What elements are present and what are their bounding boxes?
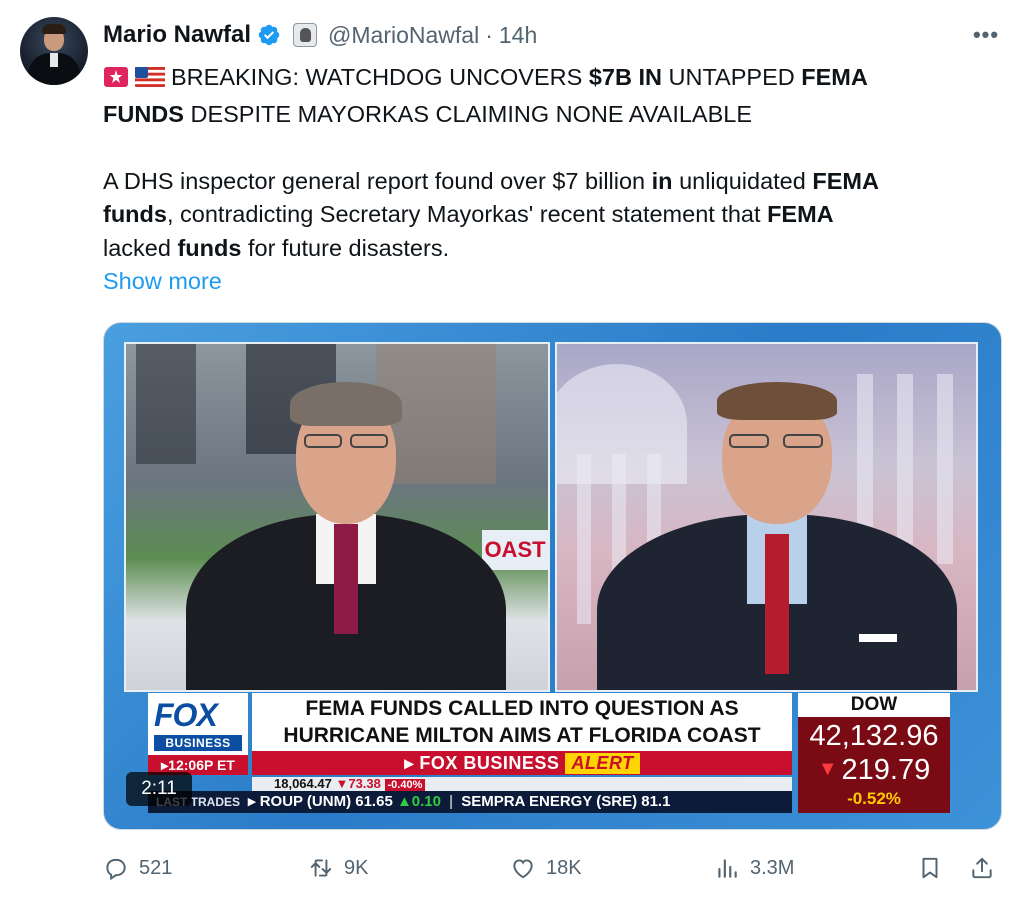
ticker-bottom: LAST TRADES ▸ ROUP (UNM) 61.65 ▲0.10 | SEMP… [148,791,792,813]
avatar[interactable] [20,17,88,85]
share-button[interactable] [969,850,995,886]
separator: · [485,21,493,48]
video-right-panel [555,342,978,692]
show-more-link[interactable]: Show more [103,268,222,295]
news-chyron: FOX BUSINESS ▸12:06P ET FEMA FUNDS CALLE… [148,693,958,813]
tweet-text: BREAKING: WATCHDOG UNCOVERS $7B IN UNTAP… [103,61,1003,265]
text-line-4: funds, contradicting Secretary Mayorkas'… [103,201,834,227]
us-flag-emoji-icon [135,64,165,98]
author-handle[interactable]: @MarioNawfal [328,22,479,49]
action-bar: 521 9K 18K 3.3M [103,850,1003,886]
repost-icon [310,859,332,877]
views-icon [718,859,737,878]
video-player[interactable]: OAST FOX BUSINESS ▸12:06P ET FEMA FUNDS … [103,322,1002,830]
video-duration: 2:11 [126,772,192,806]
repost-count: 9K [344,856,369,879]
siren-emoji-icon [103,64,129,98]
text-line-5: lacked funds for future disasters. [103,234,450,261]
timestamp[interactable]: 14h [499,22,537,49]
fox-business-logo: FOX BUSINESS [148,693,248,755]
video-left-panel: OAST [124,342,550,692]
like-button[interactable]: 18K [510,850,582,886]
reply-count: 521 [139,856,173,879]
text-line-1: BREAKING: WATCHDOG UNCOVERS $7B IN UNTAP… [103,61,1003,98]
chyron-headline: FEMA FUNDS CALLED INTO QUESTION AS HURRI… [252,693,792,751]
ticker-top: 18,064.47 ▼73.38 -0.40% [252,777,792,791]
alert-bar: ▸ FOX BUSINESS ALERT [252,751,792,775]
views-count: 3.3M [750,856,795,879]
text-line-3: A DHS inspector general report found ove… [103,167,879,194]
views-button[interactable]: 3.3M [714,850,794,886]
reply-button[interactable]: 521 [103,850,172,886]
repost-button[interactable]: 9K [308,850,368,886]
more-icon[interactable]: ••• [969,22,1003,48]
like-icon [513,859,533,879]
affiliate-badge-icon[interactable] [293,23,318,47]
pocket-square [859,634,897,642]
author-name[interactable]: Mario Nawfal [103,21,251,49]
reply-icon [106,858,126,881]
down-arrow-icon: ▼ [817,758,838,780]
tweet-header: Mario Nawfal @MarioNawfal · 14h [103,18,537,52]
text-line-2: FUNDS DESPITE MAYORKAS CLAIMING NONE AVA… [103,100,753,127]
bookmark-button[interactable] [917,850,943,886]
bookmark-icon [922,857,938,879]
share-icon [972,857,992,879]
dow-ticker-box: DOW 42,132.96 ▼ 219.79 -0.52% [798,693,950,813]
like-count: 18K [546,856,582,879]
verified-badge-icon[interactable] [257,23,281,47]
